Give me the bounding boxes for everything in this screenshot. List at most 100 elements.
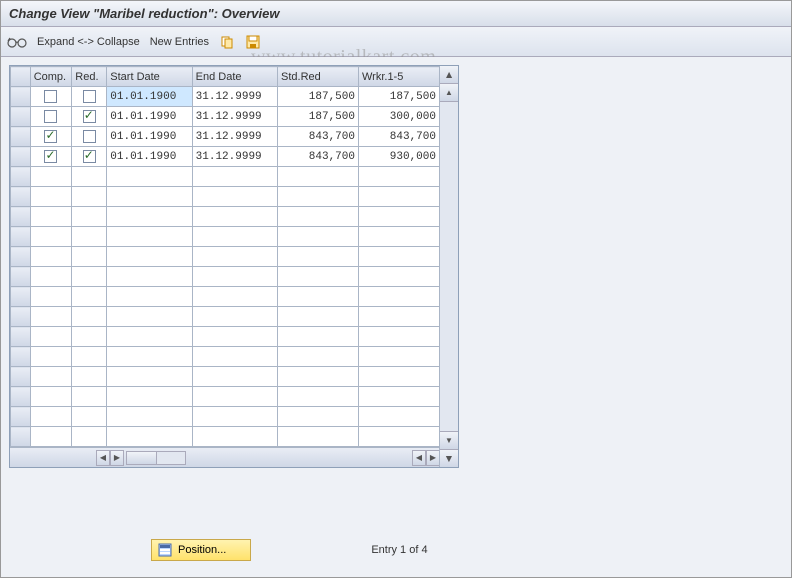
start-date-cell[interactable] [107, 407, 192, 427]
glasses-icon[interactable] [7, 35, 27, 49]
end-date-cell[interactable] [192, 387, 277, 407]
row-handle[interactable] [11, 347, 31, 367]
red-checkbox[interactable] [72, 427, 107, 447]
stdred-cell[interactable] [278, 307, 359, 327]
stdred-cell[interactable] [278, 207, 359, 227]
horizontal-scrollbar[interactable]: ◀ ▶ ◀ ▶ [10, 447, 440, 467]
row-handle[interactable] [11, 127, 31, 147]
red-checkbox[interactable] [72, 387, 107, 407]
start-date-cell[interactable]: 01.01.1990 [107, 127, 192, 147]
start-date-cell[interactable]: 01.01.1990 [107, 107, 192, 127]
start-date-cell[interactable] [107, 187, 192, 207]
red-checkbox[interactable] [72, 227, 107, 247]
table-row[interactable]: 01.01.199031.12.9999843,700843,700 [11, 127, 440, 147]
wrkr-cell[interactable] [358, 227, 439, 247]
stdred-cell[interactable] [278, 287, 359, 307]
end-date-cell[interactable]: 31.12.9999 [192, 87, 277, 107]
hscroll-right-icon[interactable]: ▶ [110, 450, 124, 466]
comp-checkbox[interactable] [30, 167, 72, 187]
row-handle[interactable] [11, 327, 31, 347]
red-checkbox[interactable] [72, 127, 107, 147]
comp-checkbox[interactable] [30, 367, 72, 387]
table-row[interactable] [11, 287, 440, 307]
stdred-cell[interactable] [278, 247, 359, 267]
comp-checkbox[interactable] [30, 427, 72, 447]
col-red[interactable]: Red. [72, 67, 107, 87]
end-date-cell[interactable] [192, 427, 277, 447]
table-row[interactable] [11, 407, 440, 427]
start-date-cell[interactable] [107, 347, 192, 367]
red-checkbox[interactable] [72, 367, 107, 387]
start-date-cell[interactable]: 01.01.1990 [107, 147, 192, 167]
row-handle[interactable] [11, 407, 31, 427]
start-date-cell[interactable] [107, 367, 192, 387]
comp-checkbox[interactable] [30, 87, 72, 107]
end-date-cell[interactable] [192, 207, 277, 227]
comp-checkbox[interactable] [30, 227, 72, 247]
stdred-cell[interactable]: 187,500 [278, 87, 359, 107]
comp-checkbox[interactable] [30, 247, 72, 267]
save-icon[interactable] [245, 34, 261, 50]
red-checkbox[interactable] [72, 87, 107, 107]
row-handle[interactable] [11, 167, 31, 187]
wrkr-cell[interactable] [358, 407, 439, 427]
table-row[interactable] [11, 167, 440, 187]
start-date-cell[interactable] [107, 167, 192, 187]
comp-checkbox[interactable] [30, 147, 72, 167]
red-checkbox[interactable] [72, 107, 107, 127]
end-date-cell[interactable]: 31.12.9999 [192, 127, 277, 147]
hscroll-right2-icon[interactable]: ▶ [426, 450, 440, 466]
table-row[interactable] [11, 227, 440, 247]
wrkr-cell[interactable] [358, 327, 439, 347]
col-end[interactable]: End Date [192, 67, 277, 87]
row-handle[interactable] [11, 207, 31, 227]
table-row[interactable] [11, 187, 440, 207]
end-date-cell[interactable] [192, 267, 277, 287]
vertical-scrollbar[interactable]: ◀ ▲ ▼ ◀ [439, 66, 458, 467]
wrkr-cell[interactable] [358, 267, 439, 287]
table-row[interactable] [11, 247, 440, 267]
wrkr-cell[interactable] [358, 387, 439, 407]
col-start[interactable]: Start Date [107, 67, 192, 87]
start-date-cell[interactable] [107, 387, 192, 407]
end-date-cell[interactable]: 31.12.9999 [192, 107, 277, 127]
row-handle[interactable] [11, 227, 31, 247]
wrkr-cell[interactable] [358, 367, 439, 387]
hscroll-left-icon[interactable]: ◀ [96, 450, 110, 466]
start-date-cell[interactable] [107, 267, 192, 287]
end-date-cell[interactable] [192, 367, 277, 387]
red-checkbox[interactable] [72, 287, 107, 307]
vscroll-top-icon[interactable]: ◀ [440, 66, 458, 84]
end-date-cell[interactable] [192, 227, 277, 247]
end-date-cell[interactable] [192, 247, 277, 267]
row-handle[interactable] [11, 247, 31, 267]
start-date-cell[interactable] [107, 427, 192, 447]
row-handle[interactable] [11, 387, 31, 407]
vscroll-up-icon[interactable]: ▲ [440, 84, 458, 102]
row-handle[interactable] [11, 367, 31, 387]
wrkr-cell[interactable]: 843,700 [358, 127, 439, 147]
table-row[interactable] [11, 347, 440, 367]
comp-checkbox[interactable] [30, 267, 72, 287]
end-date-cell[interactable] [192, 327, 277, 347]
vscroll-down-icon[interactable]: ▼ [440, 431, 458, 449]
hscroll-thumb[interactable] [127, 452, 157, 464]
wrkr-cell[interactable] [358, 427, 439, 447]
comp-checkbox[interactable] [30, 287, 72, 307]
vscroll-bottom-icon[interactable]: ◀ [440, 449, 458, 467]
hscroll-left2-icon[interactable]: ◀ [412, 450, 426, 466]
col-comp[interactable]: Comp. [30, 67, 72, 87]
stdred-cell[interactable] [278, 347, 359, 367]
col-stdred[interactable]: Std.Red [278, 67, 359, 87]
wrkr-cell[interactable] [358, 247, 439, 267]
end-date-cell[interactable] [192, 407, 277, 427]
red-checkbox[interactable] [72, 147, 107, 167]
wrkr-cell[interactable] [358, 347, 439, 367]
end-date-cell[interactable] [192, 187, 277, 207]
table-row[interactable] [11, 307, 440, 327]
red-checkbox[interactable] [72, 207, 107, 227]
position-button[interactable]: Position... [151, 539, 251, 561]
wrkr-cell[interactable] [358, 187, 439, 207]
stdred-cell[interactable]: 843,700 [278, 147, 359, 167]
new-entries-button[interactable]: New Entries [150, 36, 209, 48]
